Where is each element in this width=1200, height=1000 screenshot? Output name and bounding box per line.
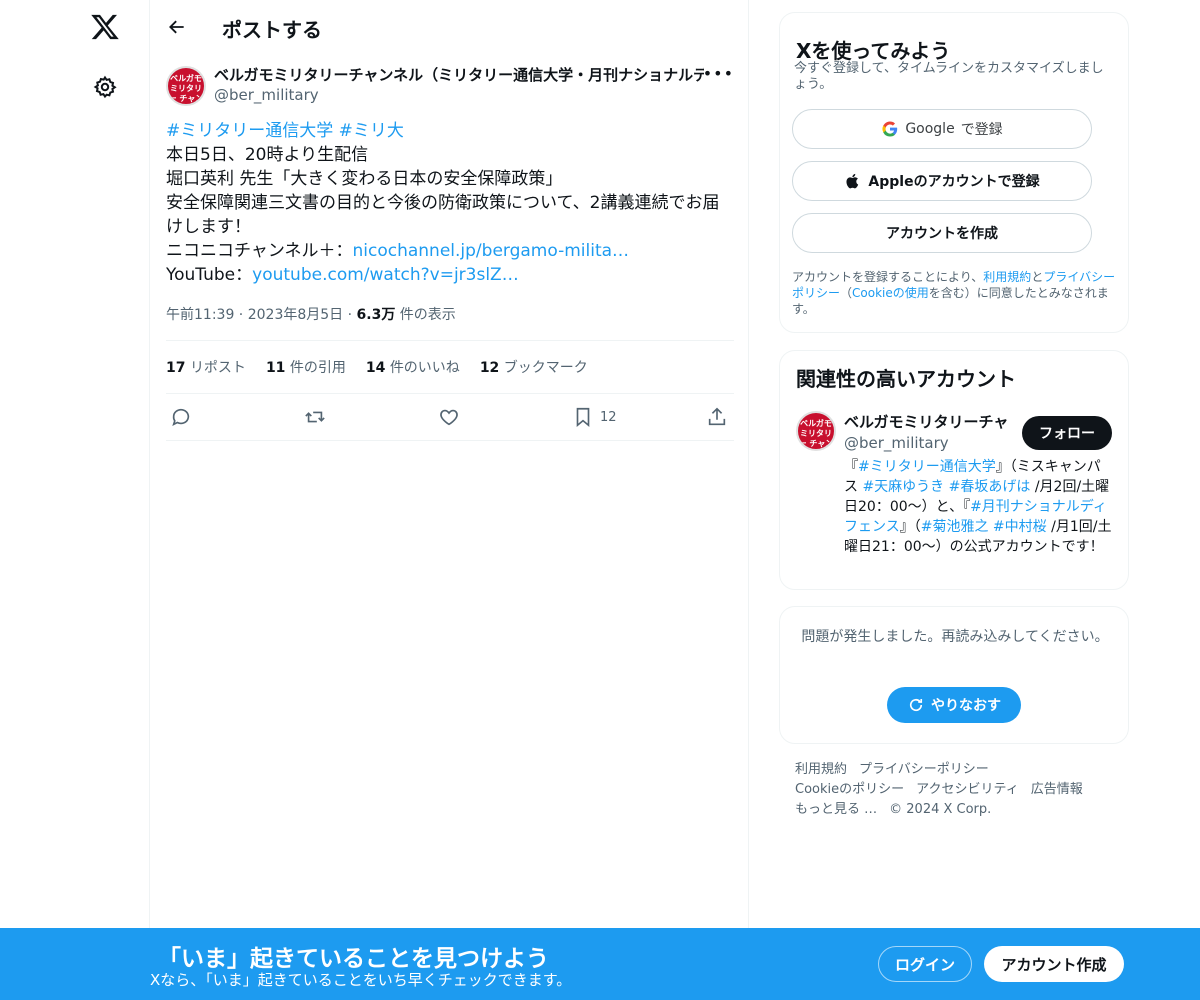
footer-accessibility-link[interactable]: アクセシビリティ xyxy=(916,782,1019,797)
retry-button[interactable]: やりなおす xyxy=(887,687,1021,723)
reposts-stat[interactable]: 17 リポスト xyxy=(166,357,246,377)
tweet-meta: 午前11:39 · 2023年8月5日 · 6.3万 件の表示 xyxy=(166,307,456,323)
quotes-stat[interactable]: 11 件の引用 xyxy=(266,357,346,377)
related-account-handle[interactable]: @ber_military xyxy=(844,434,949,452)
apple-icon xyxy=(846,173,859,189)
avatar[interactable]: ベルガモ ミリタリー チャンネル xyxy=(796,411,836,451)
related-account-bio: 『#ミリタリー通信大学』（ミスキャンパス #天麻ゆうき #春坂あげは /月2回/… xyxy=(844,459,1112,555)
footer-privacy-link[interactable]: プライバシーポリシー xyxy=(859,762,989,777)
apple-signup-label: Appleのアカウントで登録 xyxy=(868,174,1040,190)
reply-button[interactable] xyxy=(170,406,192,428)
create-account-label: アカウントを作成 xyxy=(886,226,998,242)
views-count: 6.3万 xyxy=(356,307,396,323)
tweet-text: #ミリタリー通信大学 #ミリ大 本日5日、20時より生配信 堀口英利 先生「大き… xyxy=(166,119,726,287)
heart-icon xyxy=(440,409,458,426)
arrow-left-icon xyxy=(169,20,184,34)
refresh-icon xyxy=(909,698,923,712)
link-label: YouTube： xyxy=(166,265,253,285)
signup-card-subtitle: 今すぐ登録して、タイムラインをカスタマイズしましょう。 xyxy=(794,61,1104,92)
google-suffix: で登録 xyxy=(960,122,1003,138)
tweet-line: 堀口英利 先生「大きく変わる日本の安全保障政策」 xyxy=(166,169,563,189)
cookie-link[interactable]: Cookieの使用 xyxy=(852,286,929,300)
hashtag-link[interactable]: #菊池雅之 xyxy=(921,519,989,535)
hashtag-link[interactable]: #ミリタリー通信大学 xyxy=(858,459,996,475)
x-logo-icon[interactable] xyxy=(90,12,120,42)
avatar[interactable]: ベルガモ ミリタリー チャンネル xyxy=(166,66,206,106)
author-name[interactable]: ベルガモミリタリーチャンネル（ミリタリー通信大学・月刊ナショナルデ xyxy=(214,64,704,85)
signup-card-title: Xを使ってみよう xyxy=(796,39,951,63)
reply-icon xyxy=(172,408,190,426)
google-icon xyxy=(882,121,898,137)
share-icon xyxy=(708,407,726,426)
tweet-actions: 12 xyxy=(166,394,734,441)
hashtag-link[interactable]: #春坂あげは xyxy=(949,479,1031,495)
terms-link[interactable]: 利用規約 xyxy=(983,270,1031,284)
hashtag-link[interactable]: #中村桜 xyxy=(993,519,1047,535)
create-account-button[interactable]: アカウントを作成 xyxy=(792,213,1092,253)
repost-icon xyxy=(305,411,325,423)
bookmarks-stat[interactable]: 12 ブックマーク xyxy=(480,357,588,377)
bookmark-button[interactable]: 12 xyxy=(572,406,617,428)
main-header: ポストする xyxy=(150,0,748,55)
tweet-time[interactable]: 午前11:39 xyxy=(166,307,234,323)
more-options-icon[interactable]: ••• xyxy=(703,64,734,83)
google-brand: Google xyxy=(905,121,955,137)
signup-card: Xを使ってみよう 今すぐ登録して、タイムラインをカスタマイズしましょう。 Goo… xyxy=(779,12,1129,333)
youtube-link[interactable]: youtube.com/watch?v=jr3slZ… xyxy=(252,265,519,285)
related-card-title: 関連性の高いアカウント xyxy=(796,367,1016,391)
banner-subtitle: Xなら、「いま」起きていることをいち早くチェックできます。 xyxy=(150,971,572,989)
google-signup-button[interactable]: Google で登録 xyxy=(792,109,1092,149)
related-accounts-card: 関連性の高いアカウント ベルガモ ミリタリー チャンネル ベルガモミリタリーチャ… xyxy=(779,350,1129,590)
back-button[interactable] xyxy=(164,14,190,40)
tweet-author: ベルガモ ミリタリー チャンネル ベルガモミリタリーチャンネル（ミリタリー通信大… xyxy=(166,64,734,108)
footer-terms-link[interactable]: 利用規約 xyxy=(795,762,847,777)
repost-button[interactable] xyxy=(304,406,326,428)
signup-banner: 「いま」起きていることを見つけよう Xなら、「いま」起きていることをいち早くチェ… xyxy=(0,928,1200,1000)
error-card: 問題が発生しました。再読み込みしてください。 やりなおす xyxy=(779,606,1129,744)
login-button[interactable]: ログイン xyxy=(878,946,972,982)
footer-more-link[interactable]: もっと見る … xyxy=(795,802,877,817)
retry-label: やりなおす xyxy=(931,698,1001,714)
footer-cookie-link[interactable]: Cookieのポリシー xyxy=(795,782,904,797)
hashtag-link[interactable]: #ミリタリー通信大学 xyxy=(166,121,333,141)
banner-signup-button[interactable]: アカウント作成 xyxy=(984,946,1124,982)
author-handle[interactable]: @ber_military xyxy=(214,86,319,104)
tweet-line: 本日5日、20時より生配信 xyxy=(166,145,369,165)
share-button[interactable] xyxy=(706,406,728,428)
related-account-name[interactable]: ベルガモミリタリーチャ xyxy=(844,411,1014,432)
bookmark-icon xyxy=(576,407,590,428)
views-label: 件の表示 xyxy=(399,307,456,323)
apple-signup-button[interactable]: Appleのアカウントで登録 xyxy=(792,161,1092,201)
hashtag-link[interactable]: #天麻ゆうき xyxy=(862,479,944,495)
banner-title: 「いま」起きていることを見つけよう xyxy=(158,946,549,972)
tweet-line: 安全保障関連三文書の目的と今後の防衛政策について、2講義連続でお届けします！ xyxy=(166,193,720,237)
follow-button[interactable]: フォロー xyxy=(1022,416,1112,450)
copyright: © 2024 X Corp. xyxy=(889,802,992,817)
link-label: ニコニコチャンネル＋： xyxy=(166,241,353,261)
page-title: ポストする xyxy=(222,18,322,42)
tweet-date[interactable]: 2023年8月5日 xyxy=(248,307,343,323)
like-button[interactable] xyxy=(438,406,460,428)
footer-links: 利用規約 プライバシーポリシー Cookieのポリシー アクセシビリティ 広告情報 も… xyxy=(795,760,1125,820)
bookmark-count: 12 xyxy=(600,409,617,425)
left-nav xyxy=(0,0,150,1000)
likes-stat[interactable]: 14 件のいいね xyxy=(366,357,460,377)
hashtag-link[interactable]: #ミリ大 xyxy=(339,121,404,141)
legal-text: アカウントを登録することにより、利用規約とプライバシーポリシー（Cookieの使… xyxy=(792,270,1116,316)
main-column: ポストする ベルガモ ミリタリー チャンネル ベルガモミリタリーチャンネル（ミリ… xyxy=(150,0,749,1000)
niconico-link[interactable]: nicochannel.jp/bergamo-milita… xyxy=(353,241,630,261)
error-message: 問題が発生しました。再読み込みしてください。 xyxy=(801,629,1109,645)
footer-ads-link[interactable]: 広告情報 xyxy=(1031,782,1083,797)
gear-icon[interactable] xyxy=(93,75,117,99)
tweet-stats: 17 リポスト 11 件の引用 14 件のいいね 12 ブックマーク xyxy=(166,340,734,394)
